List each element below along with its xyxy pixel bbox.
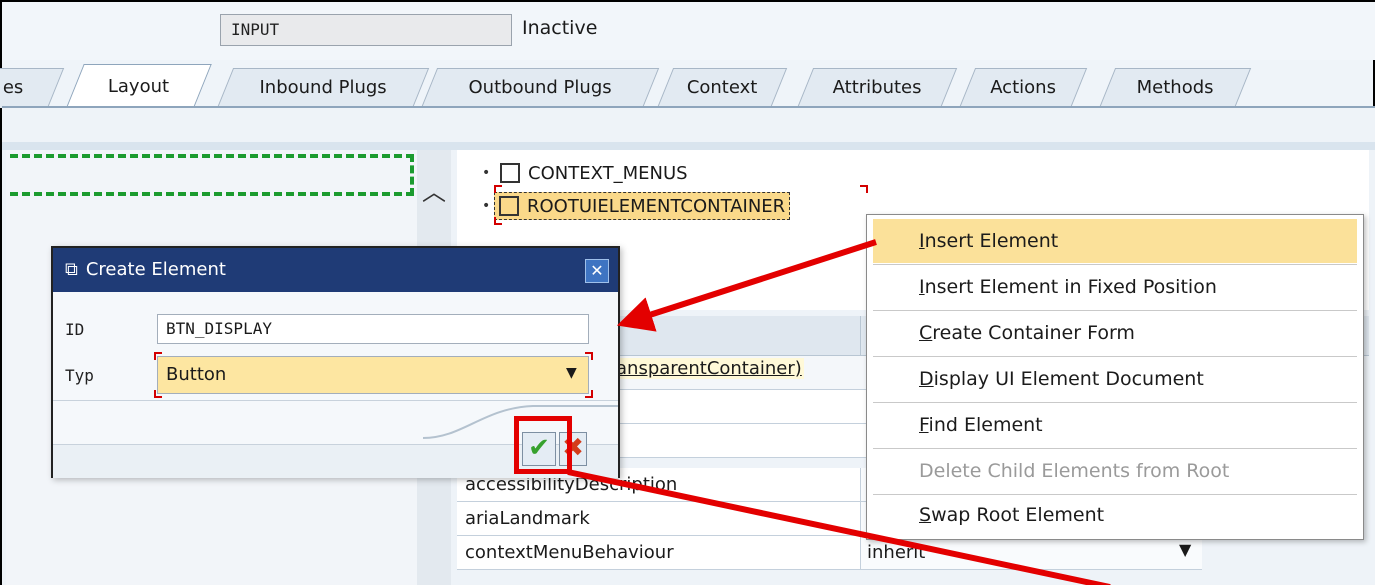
tab-methods[interactable]: Methods	[1099, 68, 1252, 108]
menu-label: reate Container Form	[932, 322, 1135, 344]
tree-item-selected[interactable]: ROOTUIELEMENTCONTAINER	[494, 192, 791, 220]
tree-bullet-icon: •	[482, 165, 491, 181]
dialog-title-bar[interactable]: ⧉ Create Element	[53, 248, 618, 292]
focus-corner	[154, 390, 162, 398]
tab-label: Inbound Plugs	[259, 77, 387, 98]
content-toolbar-strip	[2, 142, 1375, 150]
property-name: contextMenuBehaviour	[465, 542, 674, 563]
layout-preview-selection[interactable]	[10, 154, 414, 196]
element-type-link[interactable]: ansparentContainer)	[614, 358, 804, 379]
table-row[interactable]: contextMenuBehaviour inherit ▼	[457, 536, 1202, 570]
tab-label: Methods	[1136, 77, 1214, 98]
focus-corner	[154, 352, 162, 360]
tree-node-icon	[500, 163, 520, 183]
tab-views[interactable]: es	[0, 68, 65, 108]
focus-corner	[585, 390, 593, 398]
menu-mnemonic: C	[919, 322, 933, 344]
tab-baseline	[2, 106, 1375, 108]
selection-corner	[494, 185, 502, 193]
menu-item-delete-child-elements: Delete Child Elements from Root	[873, 449, 1357, 493]
ok-button-highlight-box	[514, 416, 572, 474]
tab-label: es	[2, 77, 24, 98]
tab-label: Layout	[107, 76, 170, 97]
menu-item-create-container-form[interactable]: Create Container Form	[873, 311, 1357, 355]
tab-inbound-plugs[interactable]: Inbound Plugs	[217, 68, 430, 108]
menu-item-insert-element[interactable]: Insert Element	[873, 219, 1357, 263]
menu-label: isplay UI Element Document	[933, 368, 1204, 390]
dropdown-arrow-icon[interactable]: ▼	[1179, 540, 1191, 559]
id-label: ID	[65, 320, 85, 339]
close-icon[interactable]: ✕	[585, 259, 609, 283]
tree-item-label: ROOTUIELEMENTCONTAINER	[527, 195, 786, 217]
property-value-dropdown[interactable]: inherit ▼	[860, 536, 1202, 569]
focus-corner	[585, 352, 593, 360]
tab-context[interactable]: Context	[657, 68, 788, 108]
context-menu: Insert Element Insert Element in Fixed P…	[866, 214, 1364, 540]
selection-corner	[494, 217, 502, 225]
tab-actions[interactable]: Actions	[959, 68, 1088, 108]
menu-label: Delete Child Elements from Root	[919, 460, 1230, 482]
view-status-label: Inactive	[522, 17, 598, 39]
tree-item-root-container[interactable]: • ROOTUIELEMENTCONTAINER	[482, 191, 791, 221]
menu-label: ind Element	[928, 414, 1043, 436]
view-name-field[interactable]: INPUT	[220, 14, 512, 46]
menu-label: nsert Element in Fixed Position	[924, 276, 1217, 298]
menu-mnemonic: S	[919, 504, 932, 526]
dropdown-arrow-icon[interactable]: ▼	[566, 365, 577, 381]
menu-label: nsert Element	[924, 230, 1059, 252]
menu-item-insert-fixed-position[interactable]: Insert Element in Fixed Position	[873, 265, 1357, 309]
menu-item-find-element[interactable]: Find Element	[873, 403, 1357, 447]
id-input[interactable]: BTN_DISPLAY	[157, 314, 589, 344]
type-select[interactable]: Button ▼	[157, 356, 589, 394]
tab-label: Actions	[990, 77, 1056, 98]
tab-label: Context	[686, 77, 758, 98]
menu-item-swap-root-element[interactable]: Swap Root Element	[873, 493, 1357, 537]
tree-bullet-icon: •	[482, 198, 491, 214]
selection-corner	[860, 185, 868, 193]
tree-item-label: CONTEXT_MENUS	[528, 162, 688, 184]
tree-node-icon	[499, 196, 519, 216]
chevron-up-icon[interactable]: ︿	[417, 172, 451, 212]
menu-mnemonic: D	[919, 368, 934, 390]
menu-item-display-document[interactable]: Display UI Element Document	[873, 357, 1357, 401]
dialog-window-icon: ⧉	[65, 259, 78, 280]
menu-label: wap Root Element	[931, 504, 1105, 526]
tab-layout[interactable]: Layout	[66, 64, 212, 108]
property-name: ariaLandmark	[465, 508, 590, 529]
tab-attributes[interactable]: Attributes	[797, 68, 958, 108]
view-header	[2, 2, 1375, 60]
property-value: inherit	[867, 542, 926, 563]
tab-label: Outbound Plugs	[468, 77, 612, 98]
type-select-value: Button	[166, 364, 227, 385]
menu-mnemonic: F	[919, 414, 929, 436]
tree-item-context-menus[interactable]: • CONTEXT_MENUS	[482, 158, 688, 188]
tab-outbound-plugs[interactable]: Outbound Plugs	[421, 68, 660, 108]
type-label: Typ	[65, 366, 94, 385]
dialog-title: Create Element	[85, 259, 226, 280]
tab-label: Attributes	[832, 77, 922, 98]
